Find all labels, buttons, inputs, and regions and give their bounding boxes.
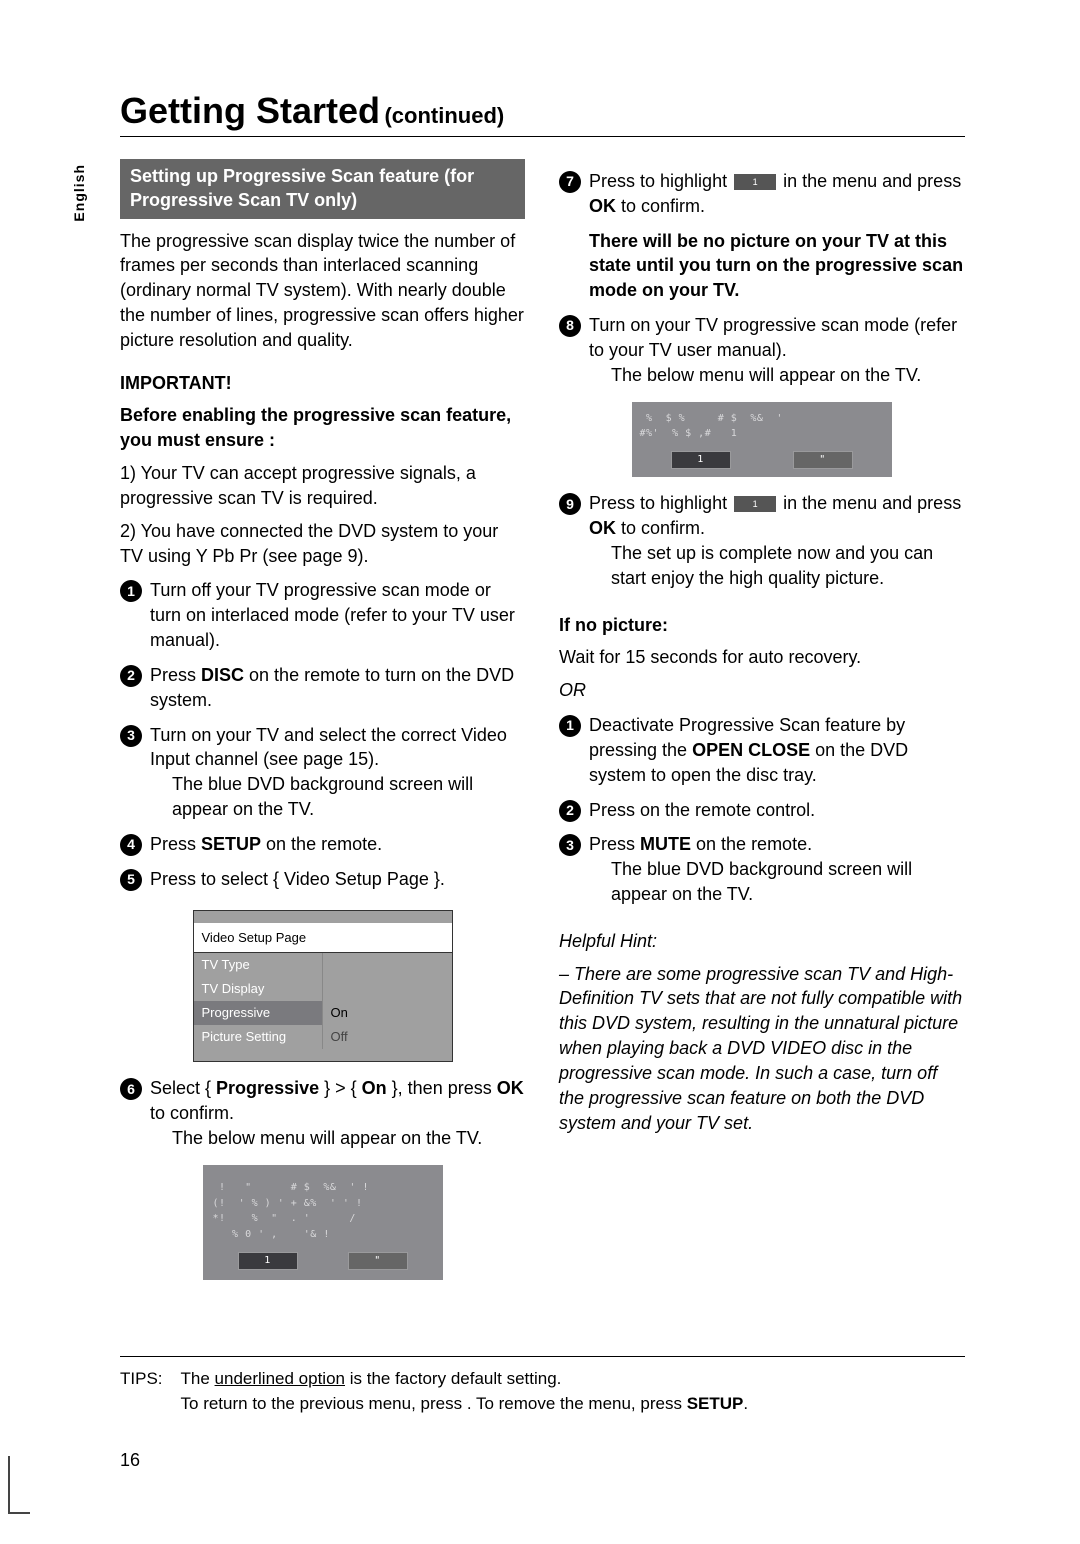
step-number-icon: 6 bbox=[120, 1078, 142, 1100]
page-title: Getting Started bbox=[120, 90, 380, 131]
vsp-row: Picture SettingOff bbox=[194, 1025, 452, 1049]
step-3-result: The blue DVD background screen will appe… bbox=[150, 772, 525, 822]
step-8: 8 Turn on your TV progressive scan mode … bbox=[559, 313, 964, 387]
step-number-icon: 3 bbox=[120, 725, 142, 747]
dialog-ok-button: 1 bbox=[238, 1252, 298, 1270]
step-7-text: Press to highlight in the menu and press… bbox=[589, 169, 964, 219]
step-3: 3 Turn on your TV and select the correct… bbox=[120, 723, 525, 822]
step-number-icon: 8 bbox=[559, 315, 581, 337]
step-9-text: Press to highlight in the menu and press… bbox=[589, 491, 964, 590]
video-setup-page-diagram: Video Setup Page TV Type TV Display Prog… bbox=[193, 910, 453, 1063]
recover-step-2: 2 Press on the remote control. bbox=[559, 798, 964, 823]
ensure-item-2: 2) You have connected the DVD system to … bbox=[120, 519, 525, 569]
step-number-icon: 1 bbox=[559, 715, 581, 737]
menu-highlight-chip bbox=[734, 496, 776, 512]
step-9: 9 Press to highlight in the menu and pre… bbox=[559, 491, 964, 590]
step-number-icon: 4 bbox=[120, 834, 142, 856]
recover-3-text: Press MUTE on the remote. The blue DVD b… bbox=[589, 832, 964, 906]
section-heading-band: Setting up Progressive Scan feature (for… bbox=[120, 159, 525, 219]
step-9-result: The set up is complete now and you can s… bbox=[589, 541, 964, 591]
recover-2-text: Press on the remote control. bbox=[589, 798, 964, 823]
before-enable-text: Before enabling the progressive scan fea… bbox=[120, 403, 525, 453]
ensure-item-1: 1) Your TV can accept progressive signal… bbox=[120, 461, 525, 511]
tips-label: TIPS: bbox=[120, 1367, 163, 1416]
step-2-text: Press DISC on the remote to turn on the … bbox=[150, 663, 525, 713]
tips-body: The underlined option is the factory def… bbox=[181, 1367, 749, 1416]
dialog-cancel-button: " bbox=[348, 1252, 408, 1270]
step-6: 6 Select { Progressive } > { On }, then … bbox=[120, 1076, 525, 1150]
step-4: 4 Press SETUP on the remote. bbox=[120, 832, 525, 857]
step-2: 2 Press DISC on the remote to turn on th… bbox=[120, 663, 525, 713]
step-number-icon: 2 bbox=[120, 665, 142, 687]
step-4-text: Press SETUP on the remote. bbox=[150, 832, 525, 857]
page-title-continued: (continued) bbox=[384, 103, 504, 128]
step-number-icon: 3 bbox=[559, 834, 581, 856]
vsp-row: TV Display bbox=[194, 977, 452, 1001]
step-6-result: The below menu will appear on the TV. bbox=[150, 1126, 525, 1151]
page-number: 16 bbox=[120, 1450, 140, 1471]
helpful-hint-text: – There are some progressive scan TV and… bbox=[559, 962, 964, 1136]
or-label: OR bbox=[559, 678, 964, 703]
step-number-icon: 5 bbox=[120, 869, 142, 891]
no-picture-warning: There will be no picture on your TV at t… bbox=[559, 229, 964, 303]
step-8-text: Turn on your TV progressive scan mode (r… bbox=[589, 313, 964, 387]
page-content: English Getting Started (continued) Sett… bbox=[120, 90, 965, 1294]
step-1-text: Turn off your TV progressive scan mode o… bbox=[150, 578, 525, 652]
important-label: IMPORTANT! bbox=[120, 371, 525, 396]
step-3-text: Turn on your TV and select the correct V… bbox=[150, 723, 525, 822]
onscreen-dialog-1: ! " # $ %& ' ! (! ' % ) ' + &% ' ' ! *! … bbox=[203, 1165, 443, 1280]
helpful-hint-heading: Helpful Hint: bbox=[559, 929, 964, 954]
vsp-title: Video Setup Page bbox=[194, 923, 452, 954]
right-column: 7 Press to highlight in the menu and pre… bbox=[559, 159, 964, 1294]
left-column: Setting up Progressive Scan feature (for… bbox=[120, 159, 525, 1294]
step-number-icon: 1 bbox=[120, 580, 142, 602]
step-6-text: Select { Progressive } > { On }, then pr… bbox=[150, 1076, 525, 1150]
tips-footer: TIPS: The underlined option is the facto… bbox=[120, 1356, 965, 1416]
recover-1-text: Deactivate Progressive Scan feature by p… bbox=[589, 713, 964, 787]
step-5: 5 Press to select { Video Setup Page }. bbox=[120, 867, 525, 892]
crop-mark-icon bbox=[8, 1456, 30, 1514]
dialog-ok-button: 1 bbox=[671, 451, 731, 469]
intro-paragraph: The progressive scan display twice the n… bbox=[120, 229, 525, 353]
auto-recovery-text: Wait for 15 seconds for auto recovery. bbox=[559, 645, 964, 670]
vsp-row: TV Type bbox=[194, 953, 452, 977]
dialog-cancel-button: " bbox=[793, 451, 853, 469]
step-7: 7 Press to highlight in the menu and pre… bbox=[559, 169, 964, 219]
vsp-row-selected: ProgressiveOn bbox=[194, 1001, 452, 1025]
step-number-icon: 2 bbox=[559, 800, 581, 822]
recover-3-result: The blue DVD background screen will appe… bbox=[589, 857, 964, 907]
onscreen-dialog-2: % $ % # $ %& ' #%' % $ ,# 1 1 " bbox=[632, 402, 892, 478]
menu-highlight-chip bbox=[734, 174, 776, 190]
language-tab: English bbox=[71, 164, 87, 222]
step-5-text: Press to select { Video Setup Page }. bbox=[150, 867, 525, 892]
step-1: 1 Turn off your TV progressive scan mode… bbox=[120, 578, 525, 652]
step-number-icon: 9 bbox=[559, 493, 581, 515]
page-title-row: Getting Started (continued) bbox=[120, 90, 965, 137]
if-no-picture-heading: If no picture: bbox=[559, 613, 964, 638]
recover-step-1: 1 Deactivate Progressive Scan feature by… bbox=[559, 713, 964, 787]
step-number-icon: 7 bbox=[559, 171, 581, 193]
step-8-result: The below menu will appear on the TV. bbox=[589, 363, 964, 388]
recover-step-3: 3 Press MUTE on the remote. The blue DVD… bbox=[559, 832, 964, 906]
